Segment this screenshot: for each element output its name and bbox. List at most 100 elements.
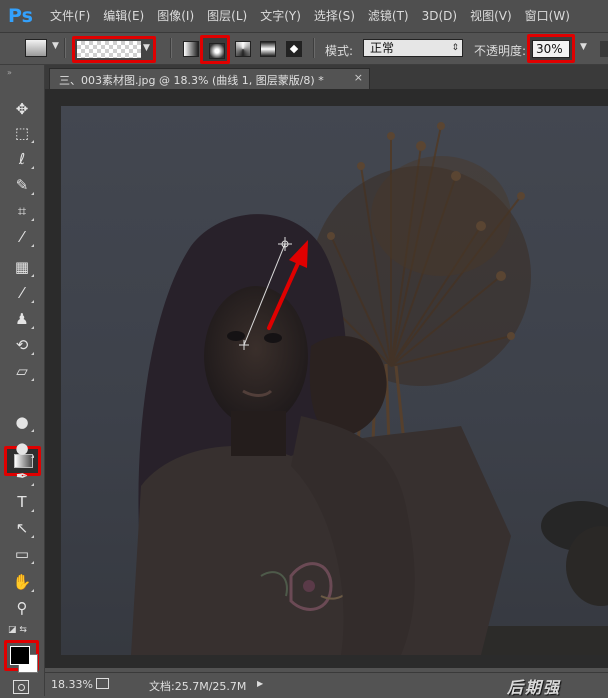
separator — [313, 38, 315, 58]
left-eye — [227, 331, 245, 341]
pen-icon: ✒ — [15, 467, 29, 485]
menu-file[interactable]: 文件(F) — [50, 0, 90, 32]
path-select-tool[interactable]: ↖ — [9, 517, 35, 539]
menu-3d[interactable]: 3D(D) — [422, 0, 457, 32]
gradient-picker-highlight: ▼ — [72, 36, 156, 63]
document-photo[interactable] — [61, 106, 608, 655]
move-icon: ✥ — [15, 100, 29, 118]
history-brush-icon: ⟲ — [15, 336, 29, 354]
menu-edit[interactable]: 编辑(E) — [103, 0, 144, 32]
mode-label: 模式: — [325, 44, 354, 58]
opacity-input[interactable]: 30% — [532, 40, 570, 58]
separator — [170, 38, 172, 58]
path-select-icon: ↖ — [15, 519, 29, 537]
blur-icon: ● — [15, 413, 29, 431]
dodge-icon: ● — [15, 439, 29, 457]
stamp-tool[interactable]: ♟ — [9, 308, 35, 330]
quick-select-icon: ✎ — [15, 176, 29, 194]
dodge-tool[interactable]: ● — [9, 437, 35, 459]
canvas-pasteboard — [45, 655, 608, 668]
rectangle-icon: ▭ — [14, 545, 30, 563]
menu-image[interactable]: 图像(I) — [157, 0, 194, 32]
healing-tool[interactable]: ▦ — [9, 256, 35, 278]
lasso-tool[interactable]: ℓ — [9, 148, 35, 170]
face — [204, 286, 308, 426]
angle-gradient-icon[interactable] — [235, 41, 251, 57]
menu-select[interactable]: 选择(S) — [314, 0, 355, 32]
opacity-label: 不透明度: — [474, 44, 527, 58]
menu-window[interactable]: 窗口(W) — [525, 0, 570, 32]
document-tab-bar: 三、003素材图.jpg @ 18.3% (曲线 1, 图层蒙版/8) * × — [45, 65, 608, 90]
brush-tool[interactable]: ⁄ — [9, 282, 35, 304]
type-icon: T — [17, 493, 27, 511]
linear-gradient-icon[interactable] — [183, 41, 199, 57]
opacity-dropdown-icon[interactable]: ▼ — [580, 42, 587, 52]
color-swatches-highlight — [4, 640, 39, 673]
dry-plant-foliage — [371, 156, 511, 276]
tool-preset-dropdown-icon[interactable]: ▼ — [52, 41, 59, 51]
marquee-tool[interactable]: ⬚ — [9, 122, 35, 144]
eyedropper-icon: ⁄ — [20, 228, 24, 246]
quick-mask-icon[interactable] — [13, 680, 29, 694]
marquee-icon: ⬚ — [14, 124, 30, 142]
menu-view[interactable]: 视图(V) — [470, 0, 512, 32]
blur-tool[interactable]: ● — [9, 411, 35, 433]
gradient-dropdown-icon[interactable]: ▼ — [143, 43, 150, 53]
status-bar: 18.33% 文档:25.7M/25.7M ▶ 后期强 — [45, 672, 608, 697]
reflected-gradient-icon[interactable] — [260, 41, 276, 57]
history-brush-tool[interactable]: ⟲ — [9, 334, 35, 356]
diamond-gradient-icon[interactable] — [286, 41, 302, 57]
quick-select-tool[interactable]: ✎ — [9, 174, 35, 196]
crop-icon: ⌗ — [17, 202, 27, 220]
mode-select-chevron-icon: ⇕ — [451, 43, 459, 53]
tool-panel: » ✥ ⬚ ℓ ✎ ⌗ ⁄ ▦ ⁄ ♟ ⟲ ▱ ● ● ✒ T ↖ ▭ ✋ ⚲ … — [0, 65, 45, 696]
radial-gradient-icon[interactable] — [209, 43, 225, 59]
default-colors-icon[interactable]: ◪ ⇆ — [8, 625, 27, 635]
opacity-field-highlight: 30% — [527, 34, 575, 63]
options-overflow-handle[interactable] — [600, 41, 608, 57]
menu-layer[interactable]: 图层(L) — [207, 0, 247, 32]
zoom-level[interactable]: 18.33% — [51, 678, 93, 691]
hand-tool[interactable]: ✋ — [9, 571, 35, 593]
menu-type[interactable]: 文字(Y) — [260, 0, 301, 32]
healing-icon: ▦ — [14, 258, 30, 276]
close-icon[interactable]: × — [354, 71, 363, 84]
document-tab[interactable]: 三、003素材图.jpg @ 18.3% (曲线 1, 图层蒙版/8) * × — [49, 68, 370, 90]
eraser-icon: ▱ — [16, 362, 28, 380]
menu-filter[interactable]: 滤镜(T) — [368, 0, 409, 32]
mode-select-value: 正常 — [370, 41, 395, 55]
right-eye — [264, 333, 282, 343]
status-menu-icon[interactable]: ▶ — [257, 679, 263, 688]
neck — [231, 411, 286, 456]
crop-tool[interactable]: ⌗ — [9, 200, 35, 222]
type-tool[interactable]: T — [9, 491, 35, 513]
menu-bar: Ps 文件(F) 编辑(E) 图像(I) 图层(L) 文字(Y) 选择(S) 滤… — [0, 0, 608, 33]
gradient-preview-swatch[interactable] — [77, 41, 141, 58]
mode-select[interactable]: 正常 ⇕ — [363, 39, 463, 57]
brush-icon: ⁄ — [20, 284, 24, 302]
export-icon[interactable] — [96, 678, 109, 689]
zoom-icon: ⚲ — [16, 599, 28, 617]
document-tab-title: 三、003素材图.jpg @ 18.3% (曲线 1, 图层蒙版/8) * — [59, 74, 324, 87]
panel-collapse-icon[interactable]: » — [7, 68, 13, 77]
foreground-color-swatch[interactable] — [10, 646, 30, 665]
separator — [64, 38, 66, 58]
tool-preset-icon[interactable] — [25, 39, 47, 57]
canvas-area[interactable] — [45, 89, 608, 668]
lasso-icon: ℓ — [18, 150, 26, 168]
document-size: 文档:25.7M/25.7M — [149, 680, 247, 693]
zoom-tool[interactable]: ⚲ — [9, 597, 35, 619]
watermark-logo: 后期强 — [507, 678, 562, 697]
pen-tool[interactable]: ✒ — [9, 465, 35, 487]
options-bar: ▼ ▼ 模式: 正常 ⇕ 不透明度: 30% ▼ — [0, 33, 608, 65]
stamp-icon: ♟ — [15, 310, 29, 328]
move-tool[interactable]: ✥ — [9, 98, 35, 120]
eyedropper-tool[interactable]: ⁄ — [9, 226, 35, 248]
radial-gradient-highlight — [200, 35, 230, 64]
menu-items: 文件(F) 编辑(E) 图像(I) 图层(L) 文字(Y) 选择(S) 滤镜(T… — [50, 0, 583, 32]
eraser-tool[interactable]: ▱ — [9, 360, 35, 382]
hand-icon: ✋ — [12, 573, 32, 591]
photo-scene — [131, 122, 608, 655]
rectangle-tool[interactable]: ▭ — [9, 543, 35, 565]
photoshop-logo: Ps — [8, 5, 33, 27]
